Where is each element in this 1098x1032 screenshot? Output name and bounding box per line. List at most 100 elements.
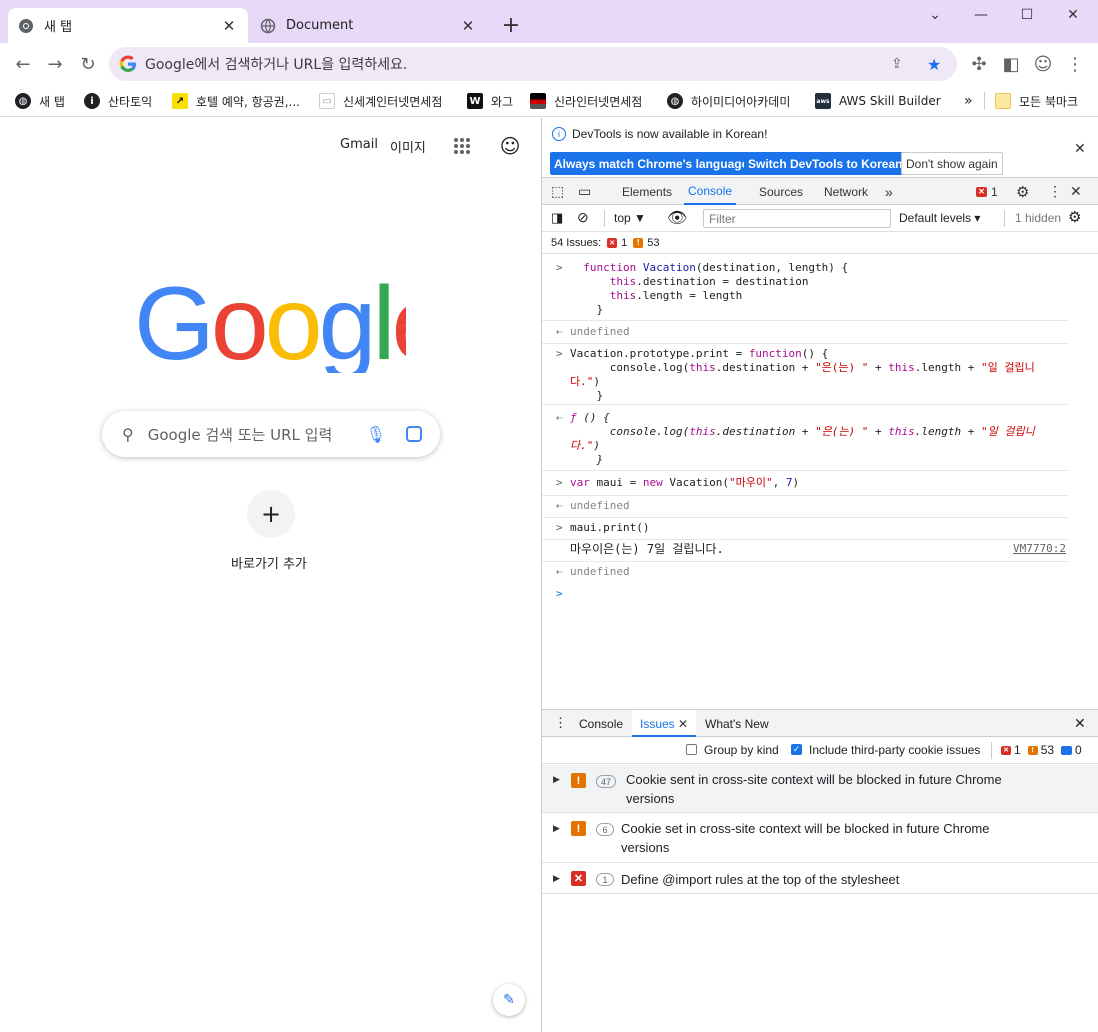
console-input-entry[interactable]: > Vacation.prototype.print = function() {… (542, 347, 1068, 405)
microphone-icon[interactable]: 🎙 (366, 425, 386, 444)
issues-error-count: 1 (621, 236, 628, 249)
issues-toolbar: Group by kind ✓ Include third-party cook… (542, 737, 1098, 764)
console-settings-gear-icon[interactable]: ⚙ (1068, 208, 1081, 226)
issue-title: Define @import rules at the top of the s… (621, 872, 900, 887)
images-link[interactable]: 이미지 (390, 137, 426, 156)
tab-search-chevron-icon[interactable]: ⌄ (912, 0, 958, 30)
bookmark-item[interactable]: ◍ 새 탭 (15, 90, 65, 112)
close-window-icon[interactable]: ✕ (1050, 0, 1096, 30)
tab-title: Document (286, 18, 354, 33)
console-input-entry[interactable]: > maui.print() (542, 521, 1068, 540)
globe-icon: ◍ (15, 93, 31, 109)
filter-input[interactable]: Filter (703, 209, 891, 228)
extensions-icon[interactable]: ✣ (967, 52, 991, 76)
customize-pencil-icon[interactable]: ✎ (493, 984, 525, 1016)
side-panel-icon[interactable]: ◧ (999, 52, 1023, 76)
devtools-panel: i DevTools is now available in Korean! A… (542, 118, 1098, 1032)
bookmarks-bar: ◍ 새 탭 i 산타토익 ↗ 호텔 예약, 항공권,... ▭ 신세계인터넷면세점 W와… (0, 85, 1098, 117)
expand-triangle-icon[interactable]: ▶ (553, 873, 560, 884)
close-tab-icon[interactable]: ✕ (459, 17, 477, 35)
console-result-entry: ⇠ undefined (542, 322, 1068, 344)
log-levels-dropdown[interactable]: Default levels ▾ (899, 211, 980, 225)
issue-row[interactable]: ▶ ✕ 1 Define @import rules at the top of… (542, 864, 1098, 894)
tab-network[interactable]: Network (824, 178, 868, 205)
bookmark-item[interactable]: ◍ 하이미디어아카데미 (667, 90, 790, 112)
close-drawer-icon[interactable]: ✕ (1074, 715, 1086, 732)
issues-summary[interactable]: 54 Issues: ✕ 1 ! 53 (542, 232, 1098, 254)
profile-avatar[interactable]: ☺ (497, 134, 523, 160)
expand-triangle-icon[interactable]: ▶ (553, 774, 560, 785)
shortcut-label: 바로가기 추가 (231, 557, 307, 572)
gmail-link[interactable]: Gmail (340, 137, 378, 152)
console-input-entry[interactable]: > var maui = new Vacation("마우이", 7) (542, 476, 1068, 496)
forward-icon[interactable]: → (43, 52, 67, 76)
settings-gear-icon[interactable]: ⚙ (1016, 178, 1029, 205)
omnibox-placeholder: Google에서 검색하거나 URL을 입력하세요. (145, 57, 408, 73)
sidebar-toggle-icon[interactable]: ◨ (551, 210, 563, 226)
input-chevron-icon: > (556, 521, 563, 534)
bookmark-item[interactable]: ▭ 신세계인터넷면세점 (319, 90, 442, 112)
bookmark-item[interactable]: W 와그 (467, 90, 513, 112)
expand-triangle-icon[interactable]: ▶ (553, 823, 560, 834)
all-bookmarks-folder[interactable]: 모든 북마크 (995, 90, 1078, 112)
maximize-icon[interactable]: ☐ (1004, 0, 1050, 30)
console-input-entry[interactable]: > function Vacation(destination, length)… (542, 261, 1068, 321)
reload-icon[interactable]: ↻ (76, 52, 100, 76)
bookmark-item[interactable]: ↗ 호텔 예약, 항공권,... (172, 90, 300, 112)
address-bar[interactable]: Google에서 검색하거나 URL을 입력하세요. ⇪ ★ (109, 47, 957, 81)
inspect-element-icon[interactable]: ⬚ (551, 178, 564, 205)
group-by-kind-checkbox[interactable] (686, 744, 697, 755)
issue-title-cont: versions (626, 791, 675, 806)
close-tab-icon[interactable]: ✕ (220, 17, 238, 35)
separator (1004, 210, 1005, 227)
drawer-tab-issues[interactable]: Issues ✕ (632, 710, 697, 737)
console-toolbar: ◨ ⊘ top ▼ 👁 Filter Default levels ▾ 1 hi… (542, 205, 1098, 232)
warning-icon: ! (633, 237, 644, 248)
more-bookmarks-chevron-icon[interactable]: » (964, 90, 973, 112)
tab-document[interactable]: Document ✕ (250, 8, 487, 43)
folder-icon (995, 93, 1011, 109)
back-icon[interactable]: ← (11, 52, 35, 76)
close-infobar-icon[interactable]: ✕ (1074, 140, 1086, 157)
third-party-checkbox[interactable]: ✓ (791, 744, 802, 755)
menu-kebab-icon[interactable]: ⋮ (1063, 52, 1087, 76)
minimize-icon[interactable]: — (958, 0, 1004, 30)
drawer-menu-icon[interactable]: ⋮ (554, 715, 567, 731)
apps-grid-icon[interactable] (452, 136, 472, 156)
clear-console-icon[interactable]: ⊘ (577, 209, 589, 226)
bookmark-star-icon[interactable]: ★ (927, 55, 951, 74)
issue-row[interactable]: ▶ ! 6 Cookie set in cross-site context w… (542, 814, 1098, 863)
tab-elements[interactable]: Elements (622, 178, 672, 205)
result-arrow-icon: ⇠ (556, 565, 563, 578)
tab-sources[interactable]: Sources (759, 178, 803, 205)
issue-row[interactable]: ▶ ! 47 Cookie sent in cross-site context… (542, 765, 1098, 813)
arrow-logo-icon: ↗ (172, 93, 188, 109)
tab-new-tab[interactable]: 새 탭 ✕ (8, 8, 248, 43)
console-prompt[interactable]: > (542, 587, 1068, 607)
devtools-menu-icon[interactable]: ⋮ (1048, 178, 1062, 205)
more-tabs-chevron-icon[interactable]: » (885, 178, 893, 205)
share-icon[interactable]: ⇪ (891, 56, 915, 72)
tab-console[interactable]: Console (684, 178, 737, 205)
close-devtools-icon[interactable]: ✕ (1070, 178, 1082, 205)
issue-count-badge: 6 (596, 823, 614, 836)
live-expression-eye-icon[interactable]: 👁 (667, 208, 687, 228)
close-issues-tab-icon[interactable]: ✕ (678, 717, 688, 731)
bookmark-item[interactable]: 신라인터넷면세점 (530, 90, 642, 112)
ntp-search-box[interactable]: ⚲ Google 검색 또는 URL 입력 🎙 (102, 411, 440, 457)
profile-avatar[interactable]: ☺ (1031, 52, 1055, 76)
error-counter[interactable]: ✕ 1 (976, 178, 998, 205)
dont-show-again-button[interactable]: Don't show again (901, 152, 1003, 175)
drawer-tab-whats-new[interactable]: What's New (705, 717, 769, 731)
match-language-button[interactable]: Always match Chrome's language (550, 152, 753, 175)
drawer-tab-console[interactable]: Console (579, 717, 623, 731)
context-selector[interactable]: top ▼ (614, 211, 646, 225)
switch-korean-button[interactable]: Switch DevTools to Korean (744, 152, 907, 175)
log-source-link[interactable]: VM7770:2 (1013, 542, 1066, 556)
add-shortcut-button[interactable]: + (247, 490, 295, 538)
device-toggle-icon[interactable]: ▭ (578, 178, 591, 205)
bookmark-item[interactable]: aws AWS Skill Builder (815, 90, 941, 112)
bookmark-item[interactable]: i 산타토익 (84, 90, 152, 112)
new-tab-button[interactable]: + (498, 12, 524, 38)
google-lens-icon[interactable] (406, 426, 422, 442)
